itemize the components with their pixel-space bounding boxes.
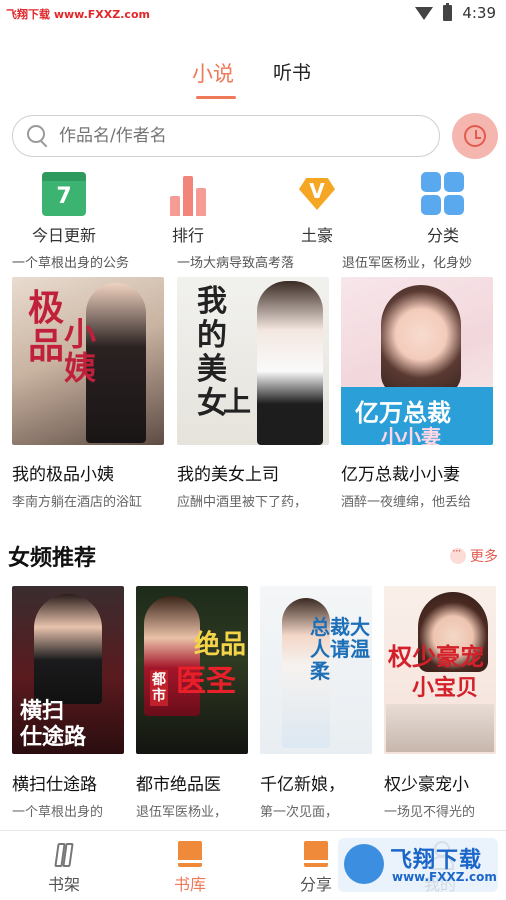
book-desc: 应酬中酒里被下了药， bbox=[177, 495, 308, 510]
book-title: 都市绝品医 bbox=[136, 775, 221, 795]
bookshelf-icon bbox=[52, 841, 76, 867]
more-icon bbox=[450, 544, 466, 564]
cover-title: 极品 bbox=[28, 287, 65, 367]
status-bar: 飞翔下载 www.FXXZ.com 4:39 bbox=[0, 0, 506, 28]
list-item: 一个草根出身的公务 bbox=[12, 256, 130, 271]
nav-bookshelf[interactable]: 书架 bbox=[24, 841, 104, 895]
section-title: 女频推荐 bbox=[8, 546, 97, 571]
cover-title: 上 bbox=[223, 385, 252, 418]
more-button[interactable]: 更多 bbox=[450, 544, 498, 566]
tab-novel[interactable]: 小说 bbox=[192, 58, 234, 88]
list-item: 一场大病导致高考落 bbox=[177, 256, 295, 271]
category-classify[interactable]: 分类 bbox=[393, 168, 493, 246]
nav-label: 书库 bbox=[173, 875, 206, 894]
cover-title: 小宝贝 bbox=[412, 675, 479, 701]
book-desc: 李南方躺在酒店的浴缸 bbox=[12, 495, 143, 510]
book-cover[interactable]: 权少豪宠 小宝贝 bbox=[384, 586, 496, 754]
top-tabs: 小说 听书 bbox=[0, 58, 506, 102]
book-cover[interactable]: 横扫 仕途路 bbox=[12, 586, 124, 754]
wifi-icon bbox=[415, 6, 434, 20]
nav-label: 书架 bbox=[47, 875, 80, 894]
book-desc: 酒醉一夜缠绵，他丢给 bbox=[341, 495, 472, 510]
search-input[interactable] bbox=[59, 126, 399, 146]
share-book-icon bbox=[304, 841, 328, 867]
book-title: 权少豪宠小 bbox=[384, 775, 469, 795]
category-today-update[interactable]: 7 今日更新 bbox=[14, 168, 114, 246]
cover-title: 总裁大 人请温柔 bbox=[310, 615, 370, 683]
book-cover[interactable]: 绝品 医圣 都市 bbox=[136, 586, 248, 754]
cover-title: 绝品 bbox=[194, 630, 247, 660]
cover-title: 小小妻 bbox=[381, 425, 441, 445]
book-cover[interactable]: 极品 小姨 bbox=[12, 277, 164, 445]
category-label: 排行 bbox=[171, 226, 204, 245]
watermark-text: 飞翔下载 www.FXXZ.com bbox=[6, 8, 150, 21]
category-label: 分类 bbox=[426, 226, 459, 245]
watermark-url: www.FXXZ.com bbox=[392, 870, 497, 884]
book-title: 千亿新娘， bbox=[260, 775, 345, 795]
book-cover[interactable]: 总裁大 人请温柔 bbox=[260, 586, 372, 754]
search-icon bbox=[27, 125, 49, 147]
history-button[interactable] bbox=[452, 113, 498, 159]
book-title: 横扫仕途路 bbox=[12, 775, 97, 795]
cover-title: 医圣 bbox=[176, 664, 236, 699]
status-icons: 4:39 bbox=[415, 3, 496, 22]
watermark-icon bbox=[344, 844, 384, 884]
cover-title: 都市 bbox=[150, 670, 168, 706]
book-title: 我的极品小姨 bbox=[12, 465, 114, 485]
cover-title: 横扫 仕途路 bbox=[20, 698, 87, 750]
category-vip[interactable]: V 土豪 bbox=[267, 168, 367, 246]
book-cover[interactable]: 我的美女 上 bbox=[177, 277, 329, 445]
book-desc: 第一次见面， bbox=[260, 805, 339, 820]
calendar-icon: 7 bbox=[42, 172, 86, 216]
watermark-logo: 飞翔下载 www.FXXZ.com bbox=[338, 838, 498, 892]
book-desc: 退伍军医杨业， bbox=[136, 805, 228, 820]
clock-icon bbox=[464, 125, 486, 147]
book-cover[interactable]: 亿万总裁 小小妻 bbox=[341, 277, 493, 445]
active-tab-indicator bbox=[196, 96, 236, 99]
cover-title: 权少豪宠 bbox=[388, 642, 484, 671]
book-desc: 一个草根出身的 bbox=[12, 805, 104, 820]
nav-label: 分享 bbox=[299, 875, 332, 894]
status-time: 4:39 bbox=[462, 4, 496, 22]
nav-library[interactable]: 书库 bbox=[150, 841, 230, 895]
vip-diamond-icon: V bbox=[295, 172, 339, 216]
category-grid: 7 今日更新 排行 V 土豪 分类 bbox=[0, 168, 506, 248]
library-book-icon bbox=[178, 841, 202, 867]
list-item: 退伍军医杨业，化身妙 bbox=[342, 256, 473, 271]
category-label: 土豪 bbox=[300, 226, 333, 245]
category-label: 今日更新 bbox=[31, 226, 96, 245]
truncated-desc-row: 一个草根出身的公务 一场大病导致高考落 退伍军医杨业，化身妙 bbox=[0, 252, 506, 274]
battery-icon bbox=[443, 3, 453, 21]
cover-title: 小姨 bbox=[64, 315, 97, 387]
book-title: 我的美女上司 bbox=[177, 465, 279, 485]
grid-icon bbox=[421, 172, 465, 216]
book-desc: 一场见不得光的 bbox=[384, 805, 476, 820]
category-ranking[interactable]: 排行 bbox=[138, 168, 238, 246]
tab-audiobook[interactable]: 听书 bbox=[273, 58, 311, 85]
more-label: 更多 bbox=[470, 549, 498, 565]
search-bar[interactable] bbox=[12, 115, 440, 157]
rank-icon bbox=[166, 172, 210, 216]
book-title: 亿万总裁小小妻 bbox=[341, 465, 460, 485]
